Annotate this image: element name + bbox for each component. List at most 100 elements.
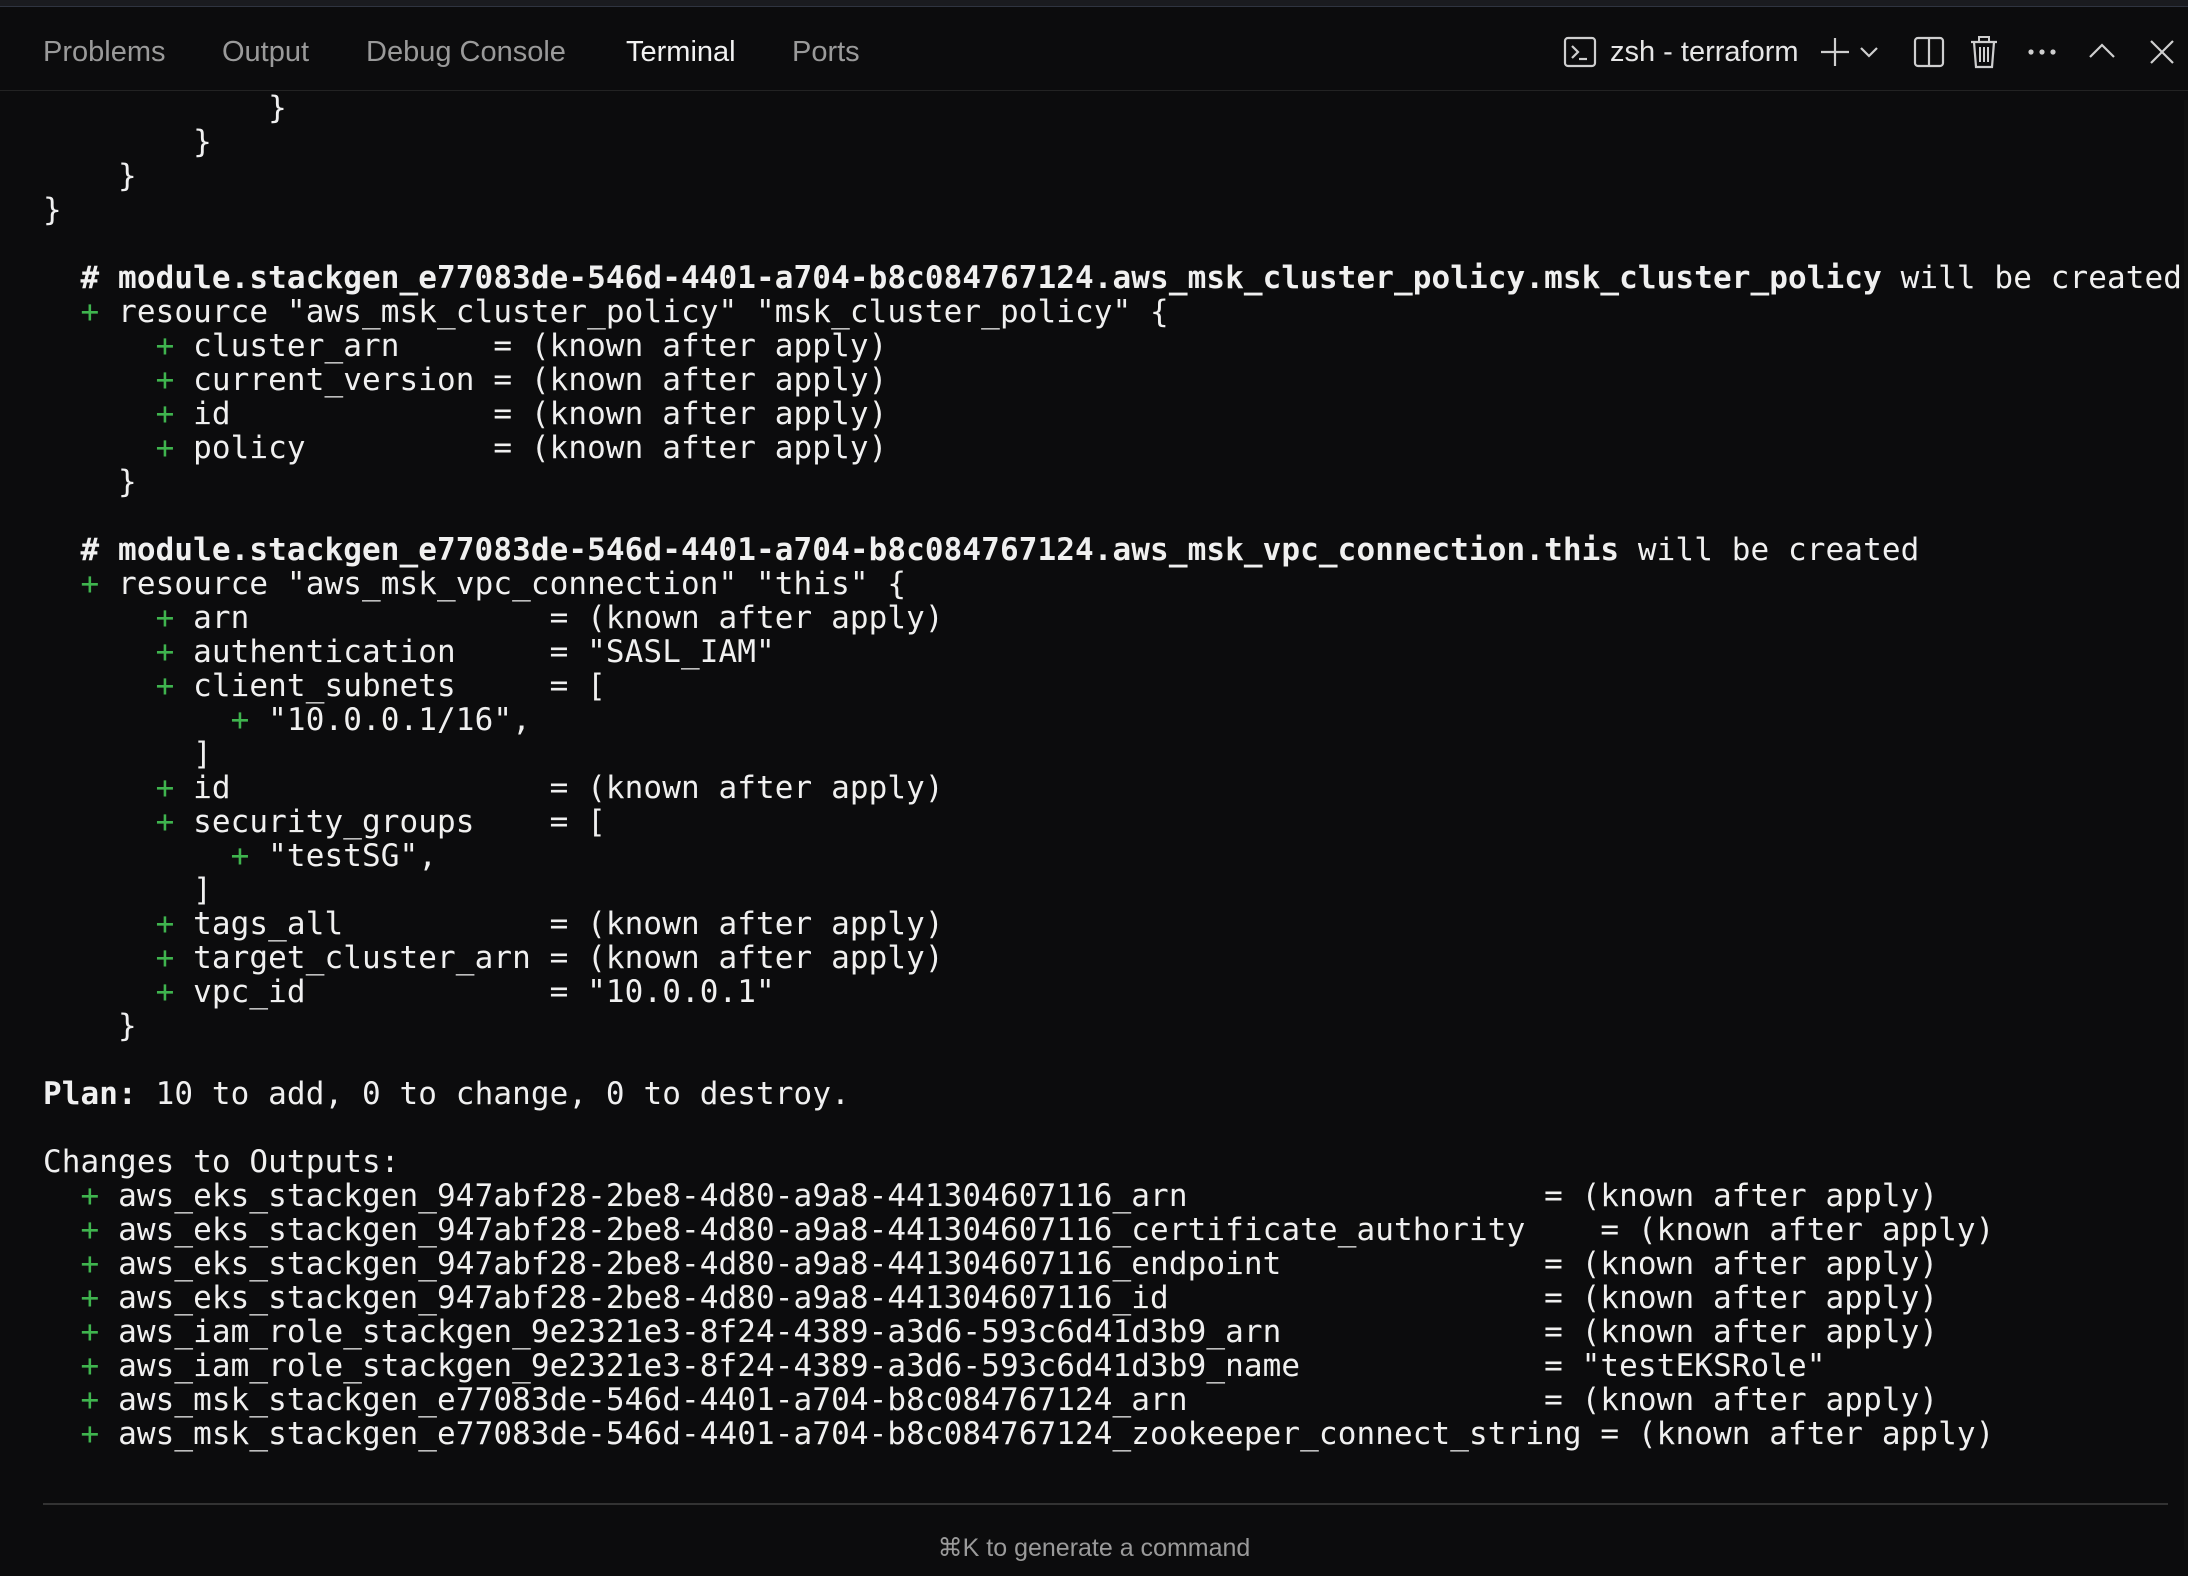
terminal-line: + aws_msk_stackgen_e77083de-546d-4401-a7… bbox=[43, 1383, 2163, 1417]
terminal-text: } bbox=[43, 1008, 137, 1044]
plus-marker: + bbox=[43, 328, 194, 364]
terminal-output[interactable]: } } }} # module.stackgen_e77083de-546d-4… bbox=[43, 90, 2182, 1451]
terminal-text: authentication = "SASL_IAM" bbox=[193, 634, 775, 670]
plus-marker: + bbox=[43, 940, 194, 976]
terminal-text: will be created bbox=[1881, 260, 2183, 296]
chevron-down-icon[interactable] bbox=[1858, 35, 1880, 69]
terminal-text: aws_eks_stackgen_947abf28-2be8-4d80-a9a8… bbox=[118, 1178, 1939, 1214]
plus-marker: + bbox=[43, 668, 194, 704]
terminal-text: id = (known after apply) bbox=[193, 770, 944, 806]
terminal-line: + aws_eks_stackgen_947abf28-2be8-4d80-a9… bbox=[43, 1179, 2163, 1213]
plus-marker: + bbox=[43, 974, 194, 1010]
panel-header: Problems Output Debug Console Terminal P… bbox=[0, 7, 2188, 91]
terminal-line: Plan: 10 to add, 0 to change, 0 to destr… bbox=[43, 1077, 2163, 1111]
terminal-line: + current_version = (known after apply) bbox=[43, 363, 2163, 397]
terminal-line: ] bbox=[43, 737, 2163, 771]
tab-output[interactable]: Output bbox=[222, 7, 309, 97]
terminal-text: id = (known after apply) bbox=[193, 396, 888, 432]
terminal-line: # module.stackgen_e77083de-546d-4401-a70… bbox=[43, 261, 2182, 295]
terminal-text: # module.stackgen_e77083de-546d-4401-a70… bbox=[43, 532, 1620, 568]
terminal-line: # module.stackgen_e77083de-546d-4401-a70… bbox=[43, 533, 2163, 567]
terminal-text: } bbox=[43, 90, 287, 126]
split-icon[interactable] bbox=[1912, 35, 1946, 69]
plus-marker: + bbox=[43, 702, 269, 738]
terminal-line: + cluster_arn = (known after apply) bbox=[43, 329, 2163, 363]
terminal-line: + aws_eks_stackgen_947abf28-2be8-4d80-a9… bbox=[43, 1281, 2163, 1315]
terminal-text: } bbox=[43, 192, 62, 228]
tab-problems[interactable]: Problems bbox=[43, 7, 166, 97]
plus-icon[interactable] bbox=[1818, 35, 1852, 69]
plus-marker: + bbox=[43, 1178, 119, 1214]
plus-marker: + bbox=[43, 396, 194, 432]
chevron-up-icon[interactable] bbox=[2085, 35, 2119, 69]
plus-marker: + bbox=[43, 804, 194, 840]
tab-debug-console[interactable]: Debug Console bbox=[366, 7, 566, 97]
terminal-icon[interactable] bbox=[1563, 35, 1597, 69]
terminal-instance-name[interactable]: zsh - terraform bbox=[1610, 7, 1799, 97]
terminal-line: } bbox=[43, 465, 2163, 499]
plus-marker: + bbox=[43, 1314, 119, 1350]
terminal-line: + resource "aws_msk_vpc_connection" "thi… bbox=[43, 567, 2163, 601]
plus-marker: + bbox=[43, 1280, 119, 1316]
terminal-line: + "10.0.0.1/16", bbox=[43, 703, 2163, 737]
terminal-text: aws_msk_stackgen_e77083de-546d-4401-a704… bbox=[118, 1382, 1939, 1418]
tab-ports[interactable]: Ports bbox=[792, 7, 860, 97]
terminal-line: + resource "aws_msk_cluster_policy" "msk… bbox=[43, 295, 2163, 329]
tab-terminal[interactable]: Terminal bbox=[626, 7, 736, 97]
terminal-text: ] bbox=[43, 736, 212, 772]
terminal-text: ] bbox=[43, 872, 212, 908]
terminal-line: + id = (known after apply) bbox=[43, 397, 2163, 431]
terminal-line: + aws_eks_stackgen_947abf28-2be8-4d80-a9… bbox=[43, 1213, 2163, 1247]
terminal-text: 10 to add, 0 to change, 0 to destroy. bbox=[136, 1076, 850, 1112]
terminal-scrollbar[interactable] bbox=[2184, 100, 2188, 1550]
terminal-text: will be created bbox=[1619, 532, 1920, 568]
trash-icon[interactable] bbox=[1967, 35, 2001, 69]
terminal-line: ] bbox=[43, 873, 2163, 907]
terminal-text: arn = (known after apply) bbox=[193, 600, 944, 636]
plus-marker: + bbox=[43, 906, 194, 942]
plus-marker: + bbox=[43, 770, 194, 806]
close-icon[interactable] bbox=[2145, 35, 2179, 69]
terminal-text: } bbox=[43, 158, 137, 194]
terminal-line: + aws_msk_stackgen_e77083de-546d-4401-a7… bbox=[43, 1417, 2163, 1451]
terminal-line: + "testSG", bbox=[43, 839, 2163, 873]
terminal-text: aws_iam_role_stackgen_9e2321e3-8f24-4389… bbox=[118, 1314, 1939, 1350]
terminal-text: aws_eks_stackgen_947abf28-2be8-4d80-a9a8… bbox=[118, 1212, 1995, 1248]
plus-marker: + bbox=[43, 566, 119, 602]
terminal-text: } bbox=[43, 124, 212, 160]
terminal-line: + arn = (known after apply) bbox=[43, 601, 2163, 635]
terminal-text: Plan: bbox=[43, 1076, 137, 1112]
terminal-text: vpc_id = "10.0.0.1" bbox=[193, 974, 775, 1010]
terminal-line: Changes to Outputs: bbox=[43, 1145, 2163, 1179]
plus-marker: + bbox=[43, 600, 194, 636]
terminal-text: client_subnets = [ bbox=[193, 668, 606, 704]
terminal-text: target_cluster_arn = (known after apply) bbox=[193, 940, 944, 976]
terminal-divider bbox=[43, 1503, 2168, 1505]
terminal-line: } bbox=[43, 125, 2163, 159]
window-top-strip bbox=[0, 0, 2188, 7]
terminal-text: aws_eks_stackgen_947abf28-2be8-4d80-a9a8… bbox=[118, 1280, 1939, 1316]
terminal-text: policy = (known after apply) bbox=[193, 430, 888, 466]
plus-marker: + bbox=[43, 430, 194, 466]
generate-command-hint[interactable]: ⌘K to generate a command bbox=[0, 1525, 2188, 1571]
plus-marker: + bbox=[43, 294, 119, 330]
terminal-text: resource "aws_msk_cluster_policy" "msk_c… bbox=[118, 294, 1169, 330]
plus-marker: + bbox=[43, 634, 194, 670]
terminal-text: aws_msk_stackgen_e77083de-546d-4401-a704… bbox=[118, 1416, 1995, 1452]
terminal-text: aws_eks_stackgen_947abf28-2be8-4d80-a9a8… bbox=[118, 1246, 1939, 1282]
terminal-line: + aws_iam_role_stackgen_9e2321e3-8f24-43… bbox=[43, 1349, 2163, 1383]
terminal-text: current_version = (known after apply) bbox=[193, 362, 888, 398]
plus-marker: + bbox=[43, 362, 194, 398]
terminal-text: "testSG", bbox=[268, 838, 438, 874]
more-icon[interactable] bbox=[2025, 35, 2059, 69]
terminal-line: + aws_iam_role_stackgen_9e2321e3-8f24-43… bbox=[43, 1315, 2163, 1349]
plus-marker: + bbox=[43, 838, 269, 874]
terminal-line: } bbox=[43, 1009, 2163, 1043]
terminal-text: "10.0.0.1/16", bbox=[268, 702, 531, 738]
plus-marker: + bbox=[43, 1212, 119, 1248]
plus-marker: + bbox=[43, 1348, 119, 1384]
